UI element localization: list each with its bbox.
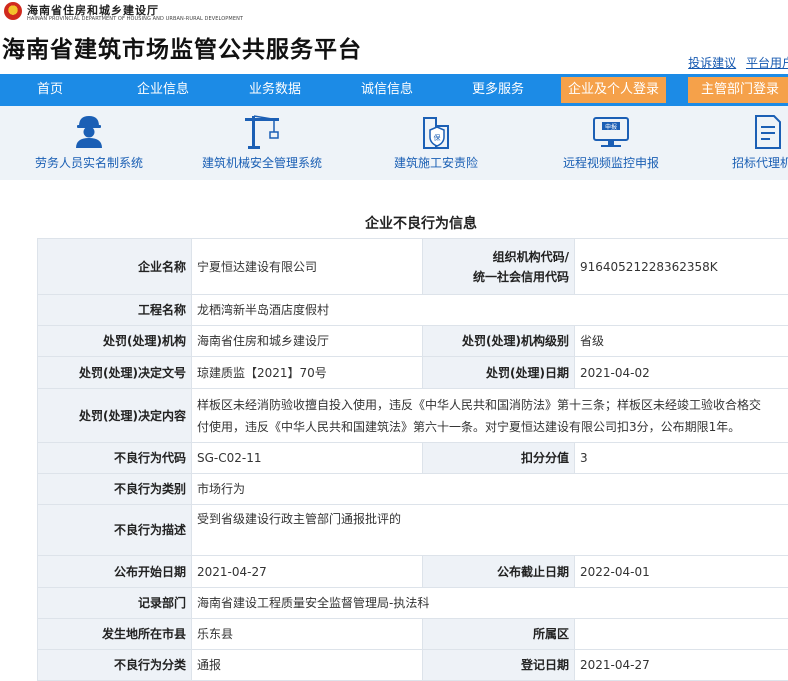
insurance-icon: 保 xyxy=(416,112,456,150)
table-row: 记录部门 海南省建设工程质量安全监督管理局-执法科 xyxy=(38,588,788,619)
field-label: 企业名称 xyxy=(38,239,192,295)
worker-icon xyxy=(71,112,107,150)
field-label: 处罚(处理)机构 xyxy=(38,326,192,357)
project-value: 龙栖湾新半岛酒店度假村 xyxy=(192,295,788,326)
site-header: 海南省住房和城乡建设厅 HAINAN PROVINCIAL DEPARTMENT… xyxy=(0,0,788,74)
monitor-icon: 申报 xyxy=(590,112,632,150)
field-label: 不良行为代码 xyxy=(38,443,192,474)
field-label: 处罚(处理)决定内容 xyxy=(38,389,192,443)
table-row: 处罚(处理)机构 海南省住房和城乡建设厅 处罚(处理)机构级别 省级 xyxy=(38,326,788,357)
table-row: 不良行为类别 市场行为 xyxy=(38,474,788,505)
authority-value: 海南省住房和城乡建设厅 xyxy=(192,326,423,357)
system-construction-insurance[interactable]: 保 建筑施工安责险 xyxy=(388,112,484,171)
field-label: 组织机构代码/统一社会信用代码 xyxy=(423,239,575,295)
district-value xyxy=(575,619,788,650)
system-shortcuts: 劳务人员实名制系统 建筑机械安全管理系统 保 建筑施工安责险 申报 xyxy=(0,106,788,180)
field-label: 发生地所在市县 xyxy=(38,619,192,650)
record-table: 企业名称 宁夏恒达建设有限公司 组织机构代码/统一社会信用代码 91640521… xyxy=(37,238,788,681)
nav-company-info[interactable]: 企业信息 xyxy=(128,74,198,106)
system-label: 劳务人员实名制系统 xyxy=(30,154,148,171)
table-row: 工程名称 龙栖湾新半岛酒店度假村 xyxy=(38,295,788,326)
department-name-en: HAINAN PROVINCIAL DEPARTMENT OF HOUSING … xyxy=(27,16,243,22)
platform-user-link[interactable]: 平台用户 xyxy=(746,56,788,70)
record-dept-value: 海南省建设工程质量安全监督管理局-执法科 xyxy=(192,588,788,619)
system-tender-agency[interactable]: 招标代理机构 xyxy=(718,112,788,171)
table-row: 发生地所在市县 乐东县 所属区 xyxy=(38,619,788,650)
field-label: 处罚(处理)决定文号 xyxy=(38,357,192,389)
behavior-description-value: 受到省级建设行政主管部门通报批评的 xyxy=(192,505,788,556)
field-label: 公布截止日期 xyxy=(423,556,575,588)
org-code-value: 91640521228362358K xyxy=(575,239,788,295)
register-date-value: 2021-04-27 xyxy=(575,650,788,681)
field-label: 不良行为分类 xyxy=(38,650,192,681)
top-links: 投诉建议 平台用户 xyxy=(682,54,788,71)
crane-icon xyxy=(242,112,282,150)
emblem-logo xyxy=(4,2,22,20)
system-label: 远程视频监控申报 xyxy=(555,154,667,171)
authority-level-value: 省级 xyxy=(575,326,788,357)
page-title: 企业不良行为信息 xyxy=(0,213,788,233)
publish-end-value: 2022-04-01 xyxy=(575,556,788,588)
field-label: 不良行为类别 xyxy=(38,474,192,505)
table-row: 公布开始日期 2021-04-27 公布截止日期 2022-04-01 xyxy=(38,556,788,588)
org-code-label-line2: 统一社会信用代码 xyxy=(473,270,569,284)
field-label: 不良行为描述 xyxy=(38,505,192,556)
table-row: 不良行为代码 SG-C02-11 扣分分值 3 xyxy=(38,443,788,474)
behavior-category-value: 市场行为 xyxy=(192,474,788,505)
field-label: 所属区 xyxy=(423,619,575,650)
system-label: 建筑施工安责险 xyxy=(388,154,484,171)
doc-number-value: 琼建质监【2021】70号 xyxy=(192,357,423,389)
behavior-class-value: 通报 xyxy=(192,650,423,681)
field-label: 扣分分值 xyxy=(423,443,575,474)
table-row: 处罚(处理)决定文号 琼建质监【2021】70号 处罚(处理)日期 2021-0… xyxy=(38,357,788,389)
field-label: 工程名称 xyxy=(38,295,192,326)
score-value: 3 xyxy=(575,443,788,474)
admin-login-button[interactable]: 主管部门登录 xyxy=(688,77,788,103)
decision-content-value: 样板区未经消防验收擅自投入使用，违反《中华人民共和国消防法》第十三条；样板区未经… xyxy=(192,389,788,443)
nav-business-data[interactable]: 业务数据 xyxy=(240,74,310,106)
nav-home[interactable]: 首页 xyxy=(20,74,80,106)
document-icon xyxy=(750,112,786,150)
table-row: 处罚(处理)决定内容 样板区未经消防验收擅自投入使用，违反《中华人民共和国消防法… xyxy=(38,389,788,443)
field-label: 记录部门 xyxy=(38,588,192,619)
field-label: 处罚(处理)日期 xyxy=(423,357,575,389)
system-labor-realname[interactable]: 劳务人员实名制系统 xyxy=(30,112,148,171)
svg-text:保: 保 xyxy=(434,133,441,142)
company-name-value: 宁夏恒达建设有限公司 xyxy=(192,239,423,295)
main-nav: 首页 企业信息 业务数据 诚信信息 更多服务 企业及个人登录 主管部门登录 xyxy=(0,74,788,106)
system-machinery-safety[interactable]: 建筑机械安全管理系统 xyxy=(197,112,327,171)
field-label: 登记日期 xyxy=(423,650,575,681)
city-value: 乐东县 xyxy=(192,619,423,650)
system-video-monitor[interactable]: 申报 远程视频监控申报 xyxy=(555,112,667,171)
nav-credit-info[interactable]: 诚信信息 xyxy=(352,74,422,106)
company-login-button[interactable]: 企业及个人登录 xyxy=(561,77,666,103)
publish-start-value: 2021-04-27 xyxy=(192,556,423,588)
table-row: 不良行为分类 通报 登记日期 2021-04-27 xyxy=(38,650,788,681)
field-label: 公布开始日期 xyxy=(38,556,192,588)
complaint-link[interactable]: 投诉建议 xyxy=(688,56,736,70)
decision-date-value: 2021-04-02 xyxy=(575,357,788,389)
table-row: 企业名称 宁夏恒达建设有限公司 组织机构代码/统一社会信用代码 91640521… xyxy=(38,239,788,295)
org-code-label-line1: 组织机构代码/ xyxy=(493,250,569,264)
table-row: 不良行为描述 受到省级建设行政主管部门通报批评的 xyxy=(38,505,788,556)
field-label: 处罚(处理)机构级别 xyxy=(423,326,575,357)
system-label: 建筑机械安全管理系统 xyxy=(197,154,327,171)
system-label: 招标代理机构 xyxy=(718,154,788,171)
nav-more-services[interactable]: 更多服务 xyxy=(463,74,533,106)
svg-text:申报: 申报 xyxy=(605,123,617,131)
site-title: 海南省建筑市场监管公共服务平台 xyxy=(2,30,362,64)
behavior-code-value: SG-C02-11 xyxy=(192,443,423,474)
